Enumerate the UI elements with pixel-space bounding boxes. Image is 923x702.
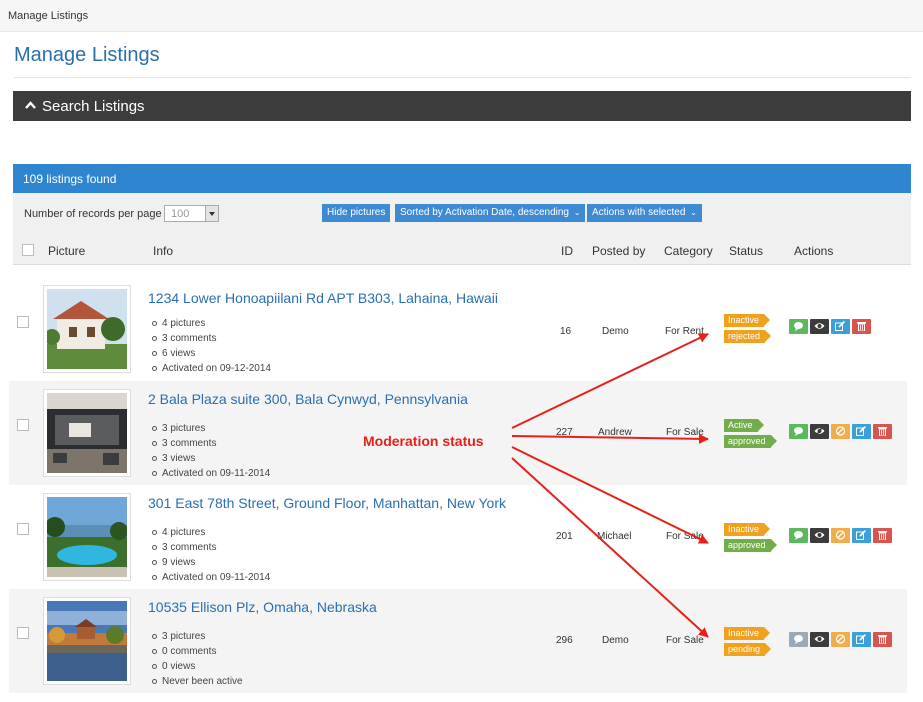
arrow-to-row-4 (511, 457, 709, 638)
arrow-to-row-3 (511, 446, 709, 544)
arrow-to-row-1 (511, 333, 709, 429)
arrow-to-row-2 (511, 433, 709, 444)
annotation-arrows (511, 333, 709, 638)
